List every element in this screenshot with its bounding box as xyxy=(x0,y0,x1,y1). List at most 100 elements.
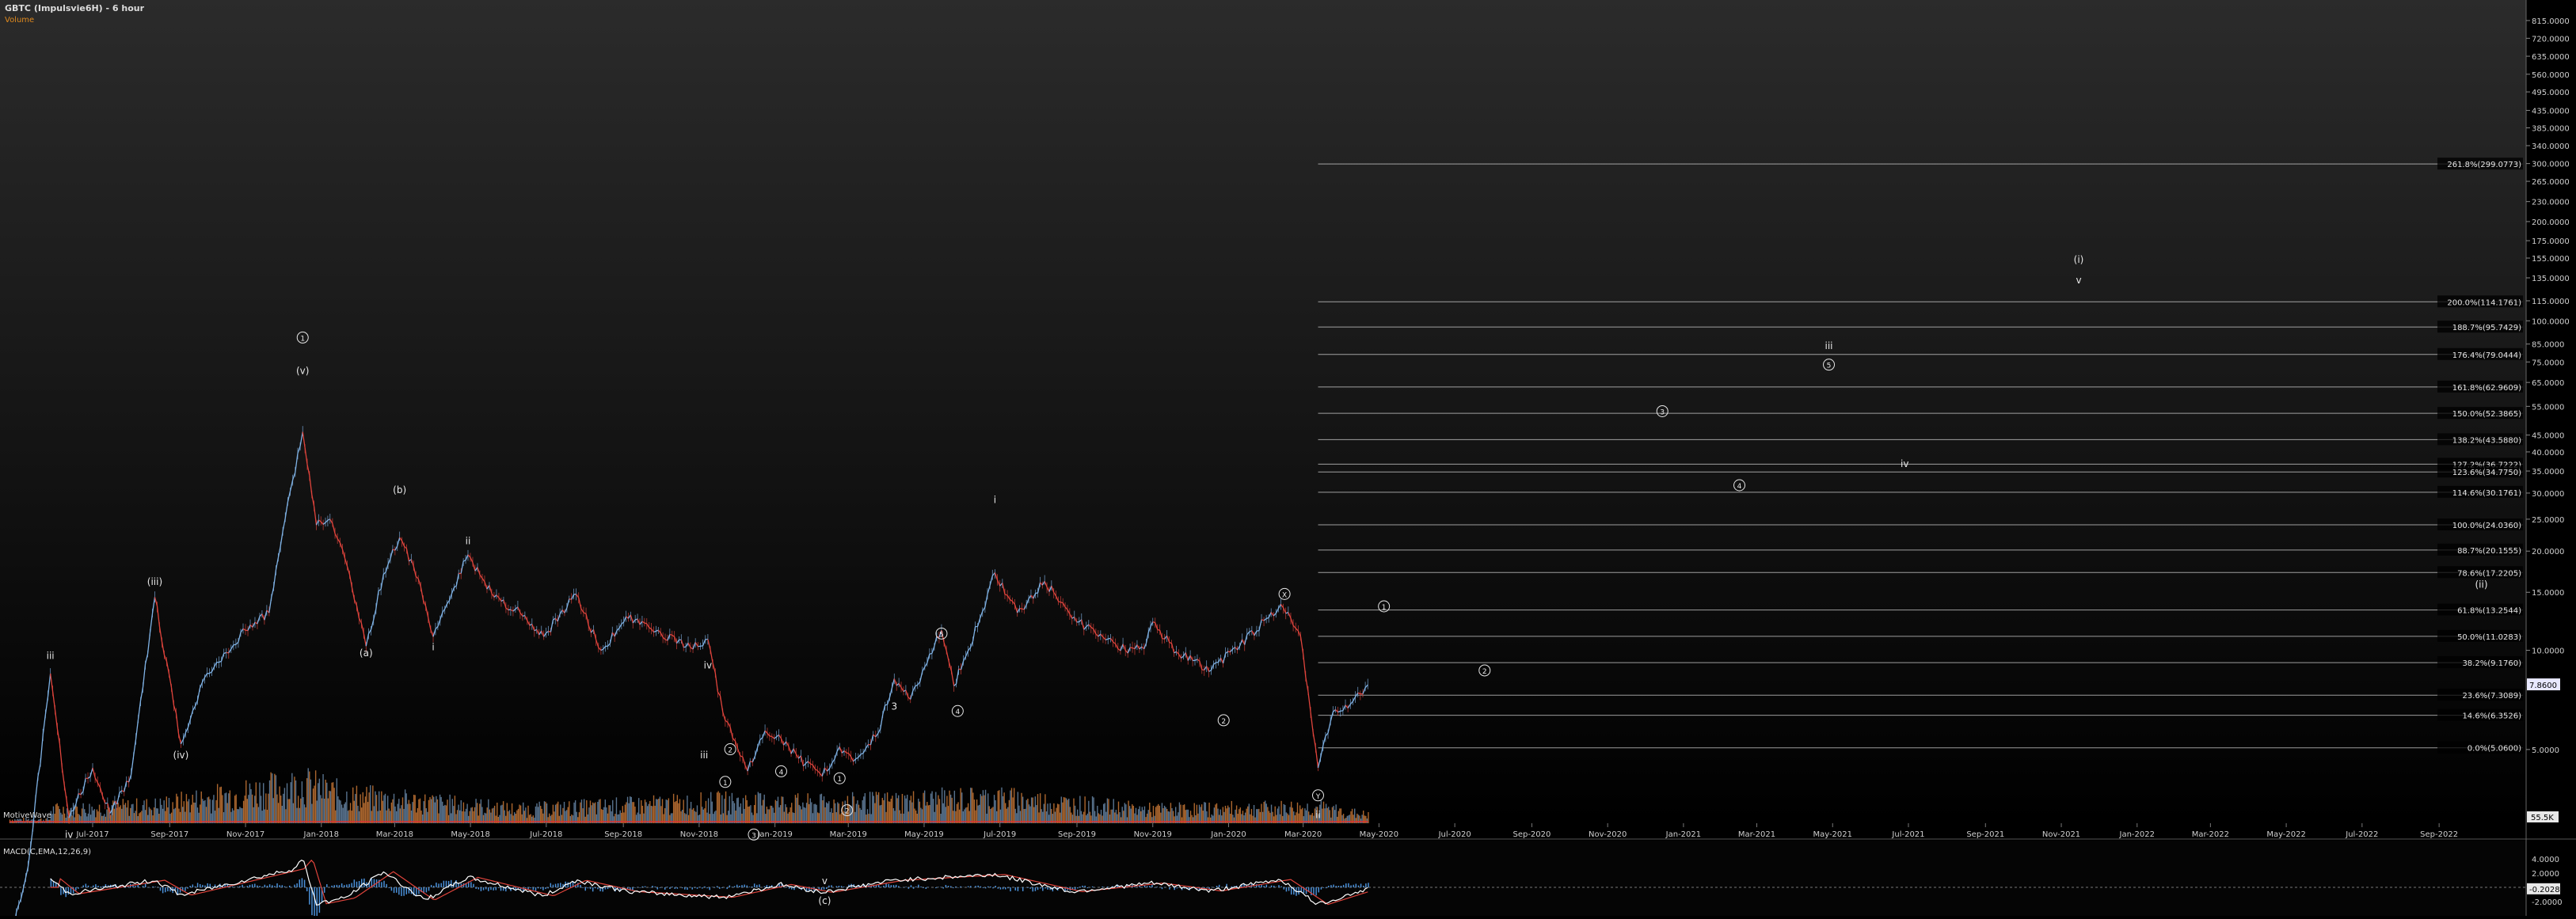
volume-bar xyxy=(704,808,705,823)
macd-histogram-bar xyxy=(426,887,428,892)
volume-bar xyxy=(313,788,314,823)
time-tick-label: May-2021 xyxy=(1813,830,1852,839)
macd-histogram-bar xyxy=(953,887,954,888)
macd-histogram-bar xyxy=(269,884,271,887)
volume-bar xyxy=(212,799,213,823)
volume-bar xyxy=(577,817,578,823)
macd-histogram-bar xyxy=(555,884,557,887)
volume-bar xyxy=(770,806,771,823)
macd-histogram-bar xyxy=(418,887,420,894)
volume-bar xyxy=(732,801,733,823)
volume-bar xyxy=(806,803,807,823)
macd-histogram-bar xyxy=(446,881,447,887)
macd-histogram-bar xyxy=(296,883,298,887)
wave-label: 4 xyxy=(1737,483,1742,491)
macd-histogram-bar xyxy=(913,887,915,889)
time-tick-label: Nov-2017 xyxy=(226,830,264,839)
volume-bar xyxy=(807,793,808,823)
macd-histogram-bar xyxy=(1037,887,1039,890)
volume-bar xyxy=(1345,818,1346,823)
volume-bar xyxy=(738,798,739,823)
macd-histogram-bar xyxy=(824,887,825,890)
macd-histogram-bar xyxy=(1321,887,1322,890)
time-tick-label: Jul-2019 xyxy=(983,830,1016,839)
volume-bar xyxy=(1240,807,1241,823)
volume-bar xyxy=(187,801,188,823)
volume-bar xyxy=(487,807,488,823)
volume-bar xyxy=(1070,807,1071,823)
macd-histogram-bar xyxy=(1365,883,1367,887)
macd-histogram-bar xyxy=(1144,885,1146,887)
volume-bar xyxy=(435,803,436,823)
macd-histogram-bar xyxy=(1258,885,1260,887)
volume-bar xyxy=(53,807,54,823)
wave-label: ii xyxy=(466,535,471,546)
macd-histogram-bar xyxy=(403,887,405,896)
price-tick-label: 635.0000 xyxy=(2532,53,2570,62)
macd-histogram-bar xyxy=(259,886,261,887)
volume-bar xyxy=(1127,817,1128,823)
volume-bar xyxy=(239,807,240,823)
volume-bar xyxy=(389,808,390,823)
chart-canvas[interactable]: 261.8%(299.0773)200.0%(114.1761)188.7%(9… xyxy=(0,0,2576,916)
volume-bar xyxy=(256,782,257,823)
volume-bar xyxy=(771,806,772,823)
volume-bar xyxy=(1175,807,1176,823)
price-chart-svg[interactable]: 261.8%(299.0773)200.0%(114.1761)188.7%(9… xyxy=(0,0,2576,916)
macd-current-label: -0.2028 xyxy=(2529,886,2560,894)
macd-histogram-bar xyxy=(302,878,303,887)
fib-label: 176.4%(79.0444) xyxy=(2452,351,2521,360)
macd-histogram-bar xyxy=(1084,886,1086,887)
macd-histogram-bar xyxy=(1177,887,1178,888)
volume-bar xyxy=(1247,807,1248,823)
macd-histogram-bar xyxy=(836,886,838,887)
volume-bar xyxy=(1214,807,1215,823)
volume-bar xyxy=(1278,807,1279,823)
wave-label: (iv) xyxy=(173,750,189,761)
macd-histogram-bar xyxy=(533,887,535,890)
volume-bar xyxy=(293,803,294,823)
macd-histogram-bar xyxy=(145,883,146,887)
wave-label: iv xyxy=(704,660,712,671)
macd-histogram-bar xyxy=(943,887,945,888)
macd-histogram-bar xyxy=(496,887,497,891)
time-tick-label: Mar-2021 xyxy=(1738,830,1775,839)
macd-histogram-bar xyxy=(306,887,308,891)
volume-bar xyxy=(1332,807,1333,823)
volume-bar xyxy=(775,800,776,823)
macd-histogram-bar xyxy=(739,886,740,887)
volume-bar xyxy=(634,807,635,823)
volume-bar xyxy=(130,808,131,823)
fib-label: 200.0%(114.1761) xyxy=(2447,298,2521,307)
macd-histogram-bar xyxy=(455,880,457,887)
volume-bar xyxy=(1118,802,1119,823)
macd-histogram-bar xyxy=(185,887,186,891)
volume-bar xyxy=(1210,818,1211,823)
volume-bar xyxy=(879,805,880,823)
time-tick-label: Jul-2020 xyxy=(1438,830,1471,839)
volume-bar xyxy=(382,801,383,823)
macd-histogram-bar xyxy=(839,886,840,887)
volume-bar xyxy=(1292,807,1293,823)
volume-bar xyxy=(248,795,249,823)
volume-bar xyxy=(603,807,604,823)
macd-histogram-bar xyxy=(485,887,487,890)
volume-bar xyxy=(215,800,216,823)
time-axis[interactable]: Jul-2017Sep-2017Nov-2017Jan-2018Mar-2018… xyxy=(75,823,2458,839)
volume-bar xyxy=(65,818,66,823)
volume-bar xyxy=(593,803,594,823)
volume-bar xyxy=(280,796,281,823)
volume-bar xyxy=(423,801,424,823)
volume-bar xyxy=(957,802,958,823)
volume-bar xyxy=(1231,801,1232,823)
volume-bar xyxy=(433,797,434,823)
time-tick-label: Jul-2018 xyxy=(529,830,562,839)
macd-histogram-bar xyxy=(896,885,897,887)
price-tick-label: 815.0000 xyxy=(2532,17,2570,26)
volume-bar xyxy=(224,793,225,823)
price-axis[interactable]: 815.0000720.0000635.0000560.0000495.0000… xyxy=(2526,17,2570,822)
macd-axis[interactable]: 4.00002.0000-2.0000-0.2028 xyxy=(2527,856,2563,907)
volume-bar xyxy=(1029,807,1030,823)
volume-bar xyxy=(535,807,536,823)
wave-label: 3 xyxy=(1660,408,1665,416)
